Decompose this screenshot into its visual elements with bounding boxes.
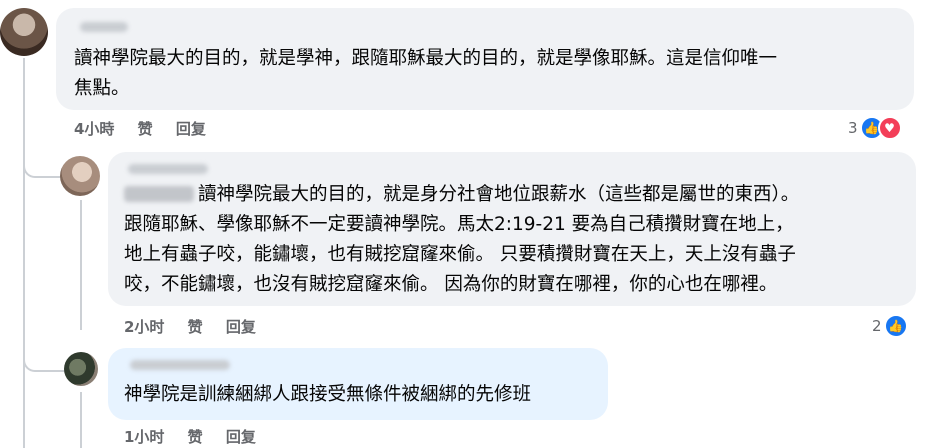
like-button[interactable]: 赞 <box>188 318 203 336</box>
reaction-count: 3 <box>848 119 858 137</box>
comment-actions: 1小时 赞 回复 <box>124 426 274 447</box>
comment-actions: 4小時 赞 回复 <box>74 118 224 139</box>
reaction-summary[interactable]: 3 👍 ♥ <box>848 116 902 140</box>
reply-button[interactable]: 回复 <box>226 318 256 336</box>
thread-branch <box>23 150 61 178</box>
timestamp[interactable]: 4小時 <box>74 120 114 138</box>
author-name-redacted[interactable] <box>128 164 208 174</box>
like-button[interactable]: 赞 <box>188 428 203 446</box>
thread-line-nested <box>80 200 82 330</box>
like-button[interactable]: 赞 <box>138 120 153 138</box>
avatar[interactable] <box>0 8 48 56</box>
thread-line <box>23 58 25 448</box>
thread-branch <box>23 344 65 372</box>
author-name-redacted[interactable] <box>130 360 230 370</box>
reaction-summary[interactable]: 2 👍 <box>872 314 908 338</box>
reply-button[interactable]: 回复 <box>176 120 206 138</box>
avatar[interactable] <box>60 156 100 196</box>
comment-bubble: 神學院是訓練綑綁人跟接受無條件被綑綁的先修班 <box>108 348 608 420</box>
reply-button[interactable]: 回复 <box>226 428 256 446</box>
comment-bubble: 讀神學院最大的目的，就是身分社會地位跟薪水（這些都是屬世的東西）。 跟隨耶穌、學… <box>108 152 916 306</box>
timestamp[interactable]: 1小时 <box>124 428 164 446</box>
author-name-redacted[interactable] <box>80 22 128 32</box>
comment-actions: 2小时 赞 回复 <box>124 316 274 337</box>
reaction-count: 2 <box>872 317 882 335</box>
like-icon: 👍 <box>883 314 908 338</box>
timestamp[interactable]: 2小时 <box>124 318 164 336</box>
avatar[interactable] <box>64 352 98 386</box>
mention-redacted[interactable] <box>124 186 194 202</box>
comment-bubble: 讀神學院最大的目的，就是學神，跟隨耶穌最大的目的，就是學像耶穌。這是信仰唯一 焦… <box>56 8 914 110</box>
love-icon: ♥ <box>877 116 902 140</box>
thread-line-nested <box>80 392 82 448</box>
comment-text: 讀神學院最大的目的，就是身分社會地位跟薪水（這些都是屬世的東西）。 跟隨耶穌、學… <box>124 184 800 295</box>
comment-text: 讀神學院最大的目的，就是學神，跟隨耶穌最大的目的，就是學像耶穌。這是信仰唯一 焦… <box>74 48 778 99</box>
comment-text: 神學院是訓練綑綁人跟接受無條件被綑綁的先修班 <box>124 384 532 405</box>
